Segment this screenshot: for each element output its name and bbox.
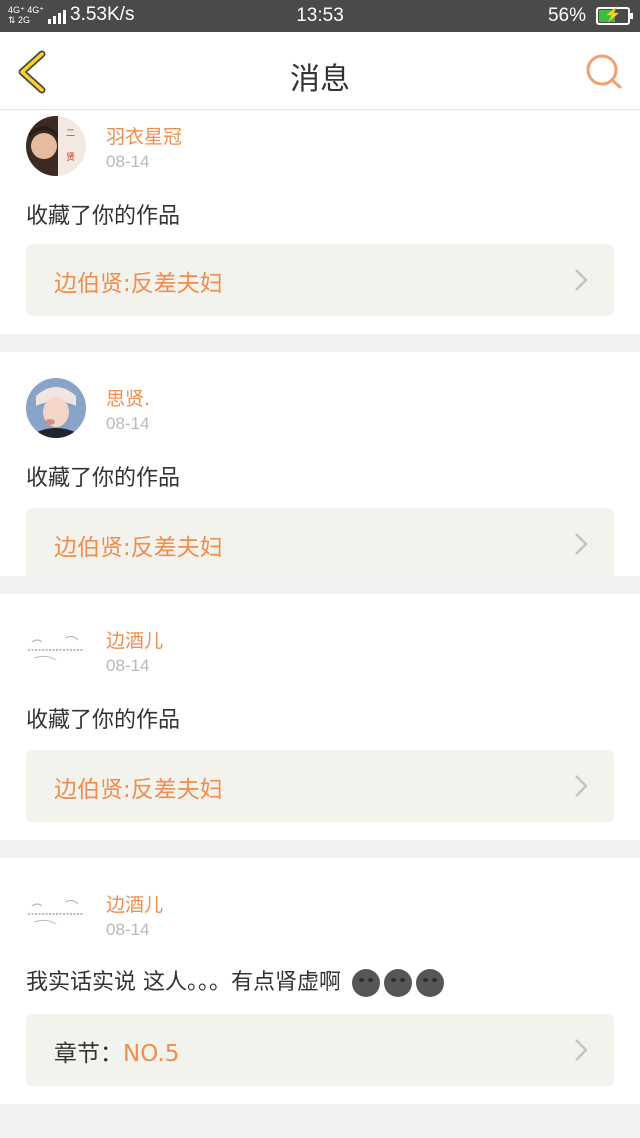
user-photo-icon [26,378,86,438]
avatar[interactable] [26,378,86,438]
message-text: 收藏了你的作品 [26,466,181,491]
chevron-right-icon [575,1039,588,1061]
svg-text:贤: 贤 [66,152,75,163]
work-link-text: 边伯贤:反差夫妇 [54,770,223,804]
work-link-box[interactable]: 边伯贤:反差夫妇 [26,508,614,580]
work-link-text: 边伯贤:反差夫妇 [54,264,223,298]
message-card: 边酒儿 08-14 收藏了你的作品 边伯贤:反差夫妇 [0,594,640,840]
chevron-right-icon [575,533,588,555]
avatar[interactable]: 二 贤 [26,116,86,176]
battery-percent: 56% [547,5,586,26]
new-moon-face-emoji-icon [384,969,412,997]
message-date: 08-14 [106,152,150,171]
message-text: 收藏了你的作品 [26,204,181,229]
new-moon-face-emoji-icon [352,969,380,997]
message-date: 08-14 [106,414,150,433]
charging-icon: ⚡ [604,6,622,22]
work-link-title: 边伯贤:反差夫妇 [54,271,223,297]
work-link-title: 边伯贤:反差夫妇 [54,777,223,803]
avatar[interactable] [26,884,86,944]
app-header: 消息 [0,32,640,110]
work-link-title: 边伯贤:反差夫妇 [54,535,223,561]
work-link-box[interactable]: 边伯贤:反差夫妇 [26,750,614,822]
chevron-right-icon [575,269,588,291]
new-moon-face-emoji-icon [416,969,444,997]
status-bar: 4G⁺ 4G⁺ ⇅ 2G 3.53K/s 13:53 56% ⚡ [0,0,640,32]
chevron-right-icon [575,775,588,797]
page-title: 消息 [290,62,350,97]
handwriting-avatar-icon [26,884,86,944]
work-link-box[interactable]: 边伯贤:反差夫妇 [26,244,614,316]
username[interactable]: 边酒儿 [106,890,163,917]
username[interactable]: 边酒儿 [106,626,163,653]
message-list: 二 贤 羽衣星冠 08-14 收藏了你的作品 边伯贤:反差夫妇 思贤. 08-1… [0,110,640,1122]
message-card: 二 贤 羽衣星冠 08-14 收藏了你的作品 边伯贤:反差夫妇 [0,110,640,334]
message-text: 收藏了你的作品 [26,708,181,733]
message-card: 边酒儿 08-14 我实话实说 这人。。。有点肾虚啊 章节：NO.5 [0,858,640,1104]
clock: 13:53 [296,5,344,26]
handwriting-avatar-icon [26,620,86,680]
message-date: 08-14 [106,920,150,939]
username[interactable]: 羽衣星冠 [106,122,182,149]
chapter-link-box[interactable]: 章节：NO.5 [26,1014,614,1086]
message-text-row: 我实话实说 这人。。。有点肾虚啊 [26,964,444,997]
work-link-text: 边伯贤:反差夫妇 [54,528,223,562]
svg-text:二: 二 [66,129,75,139]
chapter-value: NO.5 [123,1041,180,1067]
search-icon[interactable] [584,52,624,92]
message-text: 我实话实说 这人。。。有点肾虚啊 [26,970,341,995]
battery-icon: ⚡ [596,6,633,25]
chapter-link-text: 章节：NO.5 [54,1034,179,1068]
user-photo-icon: 二 贤 [26,116,86,176]
avatar[interactable] [26,620,86,680]
message-date: 08-14 [106,656,150,675]
chapter-label: 章节： [54,1041,123,1067]
username[interactable]: 思贤. [106,384,150,411]
message-card: 思贤. 08-14 收藏了你的作品 边伯贤:反差夫妇 [0,352,640,580]
